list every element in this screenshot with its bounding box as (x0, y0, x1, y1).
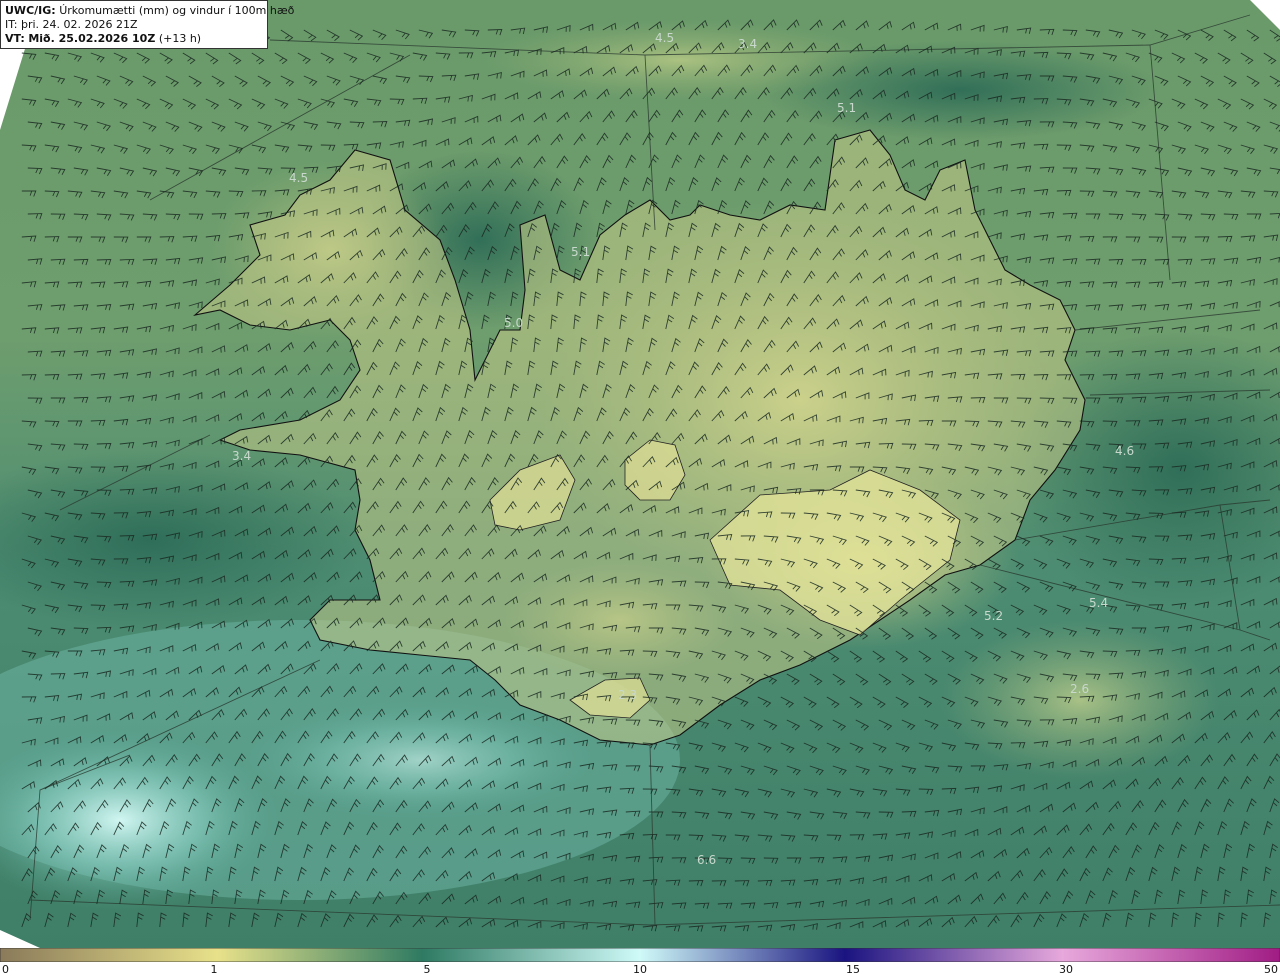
colorbar-tick-label: 15 (846, 963, 860, 976)
map-label: 4.6 (1115, 444, 1134, 458)
colorbar-tick-label: 1 (210, 963, 218, 976)
colorbar-legend: 0 1 5 10 15 30 50 (0, 948, 1280, 978)
model-code: UWC/IG: (5, 4, 56, 17)
map-label: 5.4 (1089, 596, 1108, 610)
map-info-box: UWC/IG: Úrkomumætti (mm) og vindur í 100… (0, 0, 294, 49)
lead-time: (+13 h) (158, 32, 202, 45)
map-label: 2.6 (1070, 682, 1089, 696)
map-label: 6.6 (697, 853, 716, 867)
colorbar-gradient (0, 948, 1280, 962)
colorbar-tick-label: 10 (633, 963, 647, 976)
map-label: 4.5 (289, 171, 308, 185)
map-title: Úrkomumætti (mm) og vindur í 100m hæð (59, 4, 295, 17)
vt-label: VT: (5, 32, 25, 45)
colorbar-tick-label: 50 (1264, 963, 1278, 976)
it-value: þri. 24. 02. 2026 21Z (20, 18, 138, 31)
map-label: 4.5 (655, 31, 674, 45)
map-label: 2.3 (618, 688, 637, 702)
colorbar-tick-label: 0 (2, 963, 9, 976)
vt-value: Mið. 25.02.2026 10Z (28, 32, 156, 45)
initial-time-row: IT: þri. 24. 02. 2026 21Z (5, 18, 263, 32)
title-row: UWC/IG: Úrkomumætti (mm) og vindur í 100… (5, 4, 294, 18)
valid-time-row: VT: Mið. 25.02.2026 10Z (+13 h) (5, 32, 263, 46)
it-label: IT: (5, 18, 18, 31)
map-label: 5.0 (504, 316, 523, 330)
map-label: 5.2 (984, 609, 1003, 623)
colorbar-tick-label: 5 (423, 963, 431, 976)
map-label: 3.4 (738, 37, 757, 51)
forecast-map: 4.5 3.4 5.1 4.5 5.1 5.0 3.4 4.6 5.2 5.4 … (0, 0, 1280, 948)
map-label: 3.4 (232, 449, 251, 463)
colorbar-tick-label: 30 (1059, 963, 1073, 976)
map-label: 5.1 (837, 101, 856, 115)
map-label: 5.1 (571, 245, 590, 259)
